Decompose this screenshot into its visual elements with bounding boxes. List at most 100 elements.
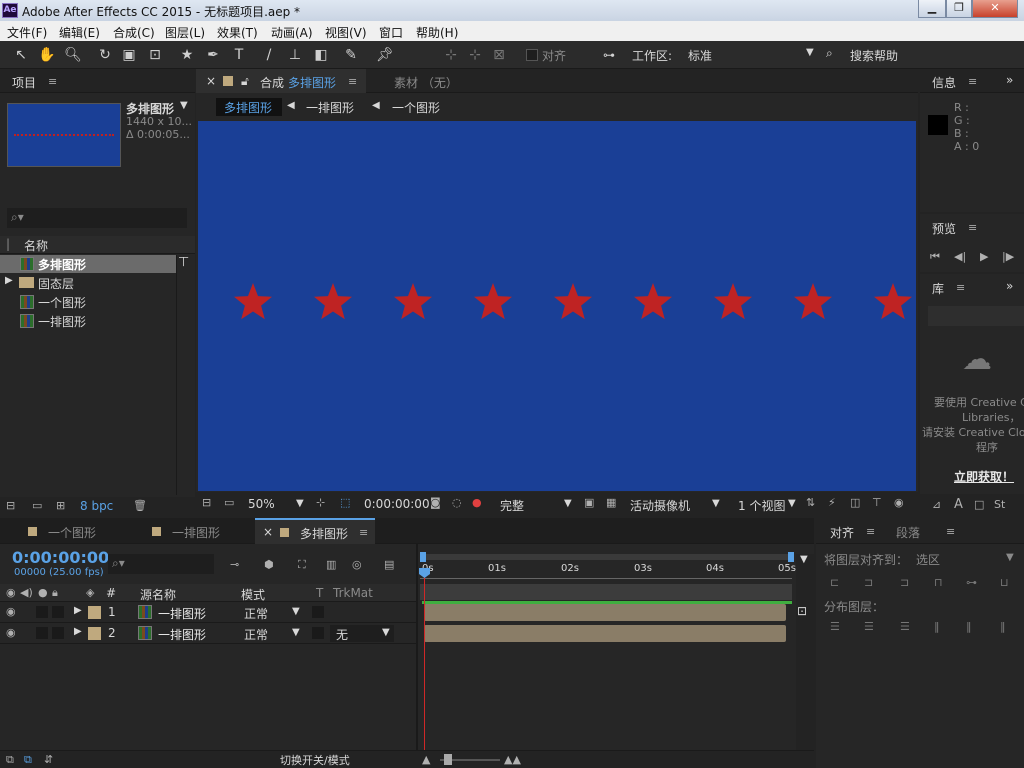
exposure-icon[interactable]: ◉ <box>894 496 904 509</box>
align-vertical-center-icon[interactable]: ⊶ <box>966 576 977 589</box>
comp-button-icon[interactable]: ⊡ <box>797 604 807 618</box>
camera-select[interactable]: 活动摄像机 <box>630 497 690 514</box>
align-tab[interactable]: 对齐 <box>830 524 854 541</box>
add-text-icon[interactable]: A <box>954 497 963 512</box>
chevron-down-icon[interactable]: ▼ <box>292 627 300 638</box>
breadcrumb-item[interactable]: 一排图形 <box>306 99 354 116</box>
resolution-select[interactable]: 完整 <box>500 497 524 514</box>
camera-tool-icon[interactable]: ▣ <box>120 46 138 64</box>
list-item[interactable]: 一排图形 <box>0 312 176 330</box>
trkmat-column-header[interactable]: TrkMat <box>333 586 373 600</box>
timeline-icon[interactable]: ◫ <box>850 496 860 509</box>
distribute-right-icon[interactable]: ‖ <box>1000 620 1006 633</box>
preview-tab[interactable]: 预览 <box>932 220 956 237</box>
preserve-transparency-toggle[interactable] <box>312 606 324 618</box>
layer-mode-select[interactable]: 正常 <box>244 605 268 622</box>
mask-visibility-icon[interactable]: ⬚ <box>340 496 350 509</box>
toggle-switches-modes-button[interactable]: 切换开关/模式 <box>280 752 350 768</box>
always-preview-icon[interactable]: ⊟ <box>202 496 211 509</box>
chevron-down-icon[interactable]: ▼ <box>788 498 796 509</box>
timeline-tab-1[interactable]: 一个图形 <box>48 524 96 541</box>
graph-editor-icon[interactable]: ▤ <box>384 558 394 571</box>
align-horizontal-center-icon[interactable]: ⊐ <box>864 576 873 589</box>
label-color-icon[interactable] <box>88 606 101 619</box>
trkmat-select[interactable]: 无 ▼ <box>330 625 394 642</box>
layer-duration-bar[interactable] <box>424 604 786 621</box>
menu-layer[interactable]: 图层(L) <box>165 24 205 41</box>
align-left-icon[interactable]: ⊏ <box>830 576 839 589</box>
tab-footage[interactable]: 素材 （无） <box>394 74 458 91</box>
name-column-header[interactable]: 名称 <box>24 237 48 254</box>
list-item[interactable]: 多排图形 <box>0 255 176 273</box>
selection-tool-icon[interactable]: ↖ <box>12 46 30 64</box>
speaker-icon[interactable]: ◀) <box>20 586 33 599</box>
panel-menu-icon[interactable]: ≡ <box>968 75 977 88</box>
timeline-scrollbar[interactable]: ▼ ⊡ <box>796 554 814 768</box>
zoom-out-icon[interactable]: ▲ <box>422 753 430 766</box>
draft-3d-icon[interactable]: ⬢ <box>264 558 274 571</box>
fast-previews-icon[interactable]: ⚡ <box>828 496 836 509</box>
shy-layers-icon[interactable]: ⛶ <box>298 558 306 572</box>
breadcrumb-item-active[interactable]: 多排图形 <box>216 98 282 116</box>
list-item[interactable]: ▶ 固态层 <box>0 274 176 292</box>
next-frame-icon[interactable]: |▶ <box>1002 250 1014 263</box>
panel-menu-icon[interactable]: ≡ <box>348 75 357 88</box>
minimize-button[interactable]: ▁ <box>918 0 946 18</box>
menu-view[interactable]: 视图(V) <box>325 24 367 41</box>
add-color-icon[interactable]: □ <box>974 498 984 511</box>
lock-icon[interactable]: 🔒︎ <box>52 586 58 600</box>
hand-tool-icon[interactable]: ✋ <box>38 46 56 64</box>
new-composition-icon[interactable]: ⊞ <box>56 499 65 512</box>
menu-effect[interactable]: 效果(T) <box>217 24 258 41</box>
preserve-transparency-toggle[interactable] <box>312 627 324 639</box>
solo-toggle[interactable] <box>36 606 48 618</box>
monitor-icon[interactable]: ▭ <box>224 496 234 509</box>
menu-composition[interactable]: 合成(C) <box>113 24 155 41</box>
library-select[interactable] <box>928 306 1024 326</box>
align-right-icon[interactable]: ⊐ <box>900 576 909 589</box>
region-of-interest-icon[interactable]: ▣ <box>584 496 594 509</box>
pen-tool-icon[interactable]: ✒ <box>204 46 222 64</box>
chevron-down-icon[interactable]: ▼ <box>292 606 300 617</box>
close-icon[interactable]: × <box>206 74 216 88</box>
menu-animation[interactable]: 动画(A) <box>271 24 313 41</box>
in-out-stretch-icon[interactable]: ⇵ <box>44 753 53 766</box>
get-it-now-link[interactable]: 立即获取！ <box>954 468 1014 485</box>
chevron-down-icon[interactable]: ▼ <box>296 498 304 509</box>
transparency-grid-icon[interactable]: ▦ <box>606 496 616 509</box>
panel-menu-icon[interactable]: ≡ <box>866 525 875 538</box>
search-help-field[interactable]: 搜索帮助 <box>850 47 898 64</box>
close-button[interactable]: ✕ <box>972 0 1018 18</box>
menu-help[interactable]: 帮助(H) <box>416 24 458 41</box>
timeline-tab-2[interactable]: 一排图形 <box>172 524 220 541</box>
layer-name[interactable]: 一排图形 <box>158 626 206 643</box>
source-name-column-header[interactable]: 源名称 <box>140 586 176 603</box>
time-navigator[interactable] <box>420 554 794 560</box>
lock-toggle[interactable] <box>52 627 64 639</box>
eye-icon[interactable]: ◉ <box>6 605 16 618</box>
library-tab[interactable]: 库 <box>932 280 944 297</box>
close-icon[interactable]: × <box>263 525 273 539</box>
clone-stamp-tool-icon[interactable]: ⊥ <box>286 46 304 64</box>
navigator-start-handle[interactable] <box>420 552 426 562</box>
composition-mini-flowchart-icon[interactable]: ⊸ <box>230 558 239 571</box>
toggle-pixel-aspect-icon[interactable]: ⇅ <box>806 496 815 509</box>
shape-tool-icon[interactable]: ★ <box>178 46 196 64</box>
snapshot-icon[interactable]: ◙ <box>430 496 441 509</box>
zoom-in-icon[interactable]: ▲▲ <box>504 753 521 766</box>
timeline-search-input[interactable]: ⌕▾ <box>108 554 214 574</box>
transfer-controls-icon[interactable]: ⧉ <box>24 753 32 767</box>
puppet-pin-tool-icon[interactable]: 📌︎ <box>376 46 394 64</box>
flowchart-icon[interactable]: ⊤ <box>872 496 882 509</box>
lock-icon[interactable]: 🔓︎ <box>241 74 249 89</box>
layer-switches-icon[interactable]: ⧉ <box>6 753 14 767</box>
distribute-horizontal-center-icon[interactable]: ‖ <box>966 620 972 633</box>
type-tool-icon[interactable]: T <box>230 46 248 64</box>
views-select[interactable]: 1 个视图 <box>738 497 785 514</box>
local-axis-icon[interactable]: ⊹ <box>442 46 460 64</box>
eraser-tool-icon[interactable]: ◧ <box>312 46 330 64</box>
expand-panels-icon[interactable]: » <box>1006 279 1013 293</box>
expand-triangle-icon[interactable]: ▶ <box>74 605 82 616</box>
zoom-tool-icon[interactable]: 🔍︎ <box>64 46 82 64</box>
panel-menu-icon[interactable]: ≡ <box>359 526 368 539</box>
